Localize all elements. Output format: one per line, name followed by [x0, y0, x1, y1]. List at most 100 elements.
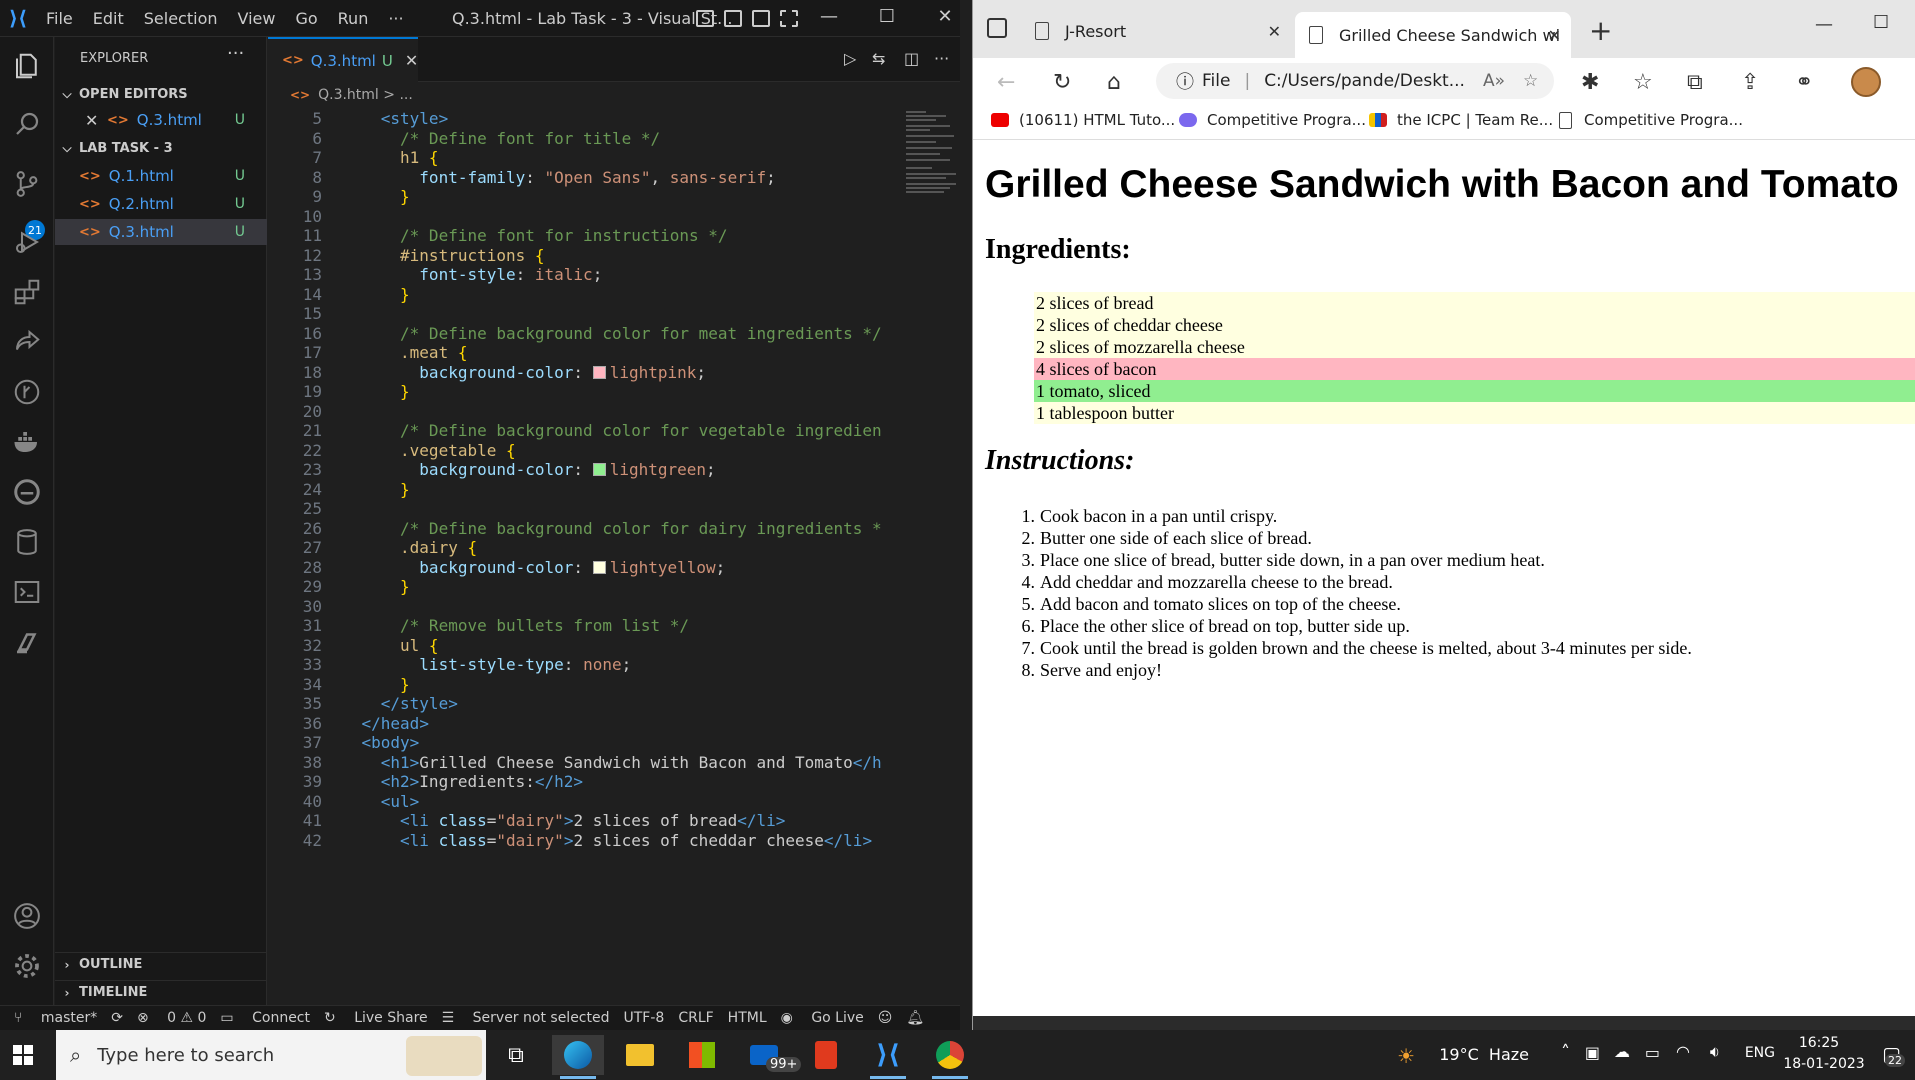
- menu-selection[interactable]: Selection: [134, 9, 228, 28]
- open-editors-section[interactable]: ⌵ OPEN EDITORS: [55, 82, 267, 106]
- home-icon[interactable]: ⌂: [1107, 70, 1121, 95]
- notifications-bell-icon[interactable]: 🔔︎: [906, 1010, 924, 1026]
- menu-go[interactable]: Go: [285, 9, 327, 28]
- collections-icon[interactable]: ⧉: [1687, 70, 1703, 95]
- go-live-button[interactable]: ◉ Go Live: [781, 1010, 864, 1026]
- weather-text[interactable]: 19°C Haze: [1439, 1045, 1529, 1064]
- search-icon[interactable]: [8, 105, 46, 143]
- more-actions-icon[interactable]: ···: [227, 43, 244, 64]
- terminal-icon[interactable]: [8, 573, 46, 611]
- code-editor[interactable]: 5 <style> 6 /* Define font for title */ 7 h1 …: [268, 107, 898, 1005]
- bookmark-item[interactable]: Competitive Progra...: [1179, 111, 1366, 129]
- vscode-app-icon[interactable]: ⟩⟨: [862, 1035, 914, 1079]
- menu-file[interactable]: File: [36, 9, 83, 28]
- browser-tab[interactable]: J-Resort ✕: [1021, 11, 1291, 51]
- edge-devtools-icon[interactable]: [8, 473, 46, 511]
- connect-button[interactable]: ▭ Connect: [220, 1010, 310, 1026]
- browser-tab-active[interactable]: Grilled Cheese Sandwich with Ba ✕: [1295, 12, 1571, 58]
- account-icon[interactable]: [8, 897, 46, 935]
- compare-changes-icon[interactable]: ⇆: [872, 49, 885, 68]
- close-tab-icon[interactable]: ✕: [1548, 26, 1561, 45]
- extensions-icon[interactable]: [8, 273, 46, 311]
- timeline-section[interactable]: › TIMELINE: [55, 980, 267, 1004]
- office-icon[interactable]: [800, 1035, 852, 1075]
- docker-icon[interactable]: [8, 423, 46, 461]
- profile-sync-icon[interactable]: ⚭: [1795, 70, 1813, 95]
- wifi-icon[interactable]: ◠: [1676, 1042, 1690, 1061]
- language-indicator[interactable]: HTML: [728, 1010, 767, 1026]
- toggle-sidebar-icon[interactable]: [696, 10, 714, 27]
- git-graph-icon[interactable]: [8, 373, 46, 411]
- taskbar-search-box[interactable]: ⌕ Type here to search: [56, 1030, 486, 1080]
- onedrive-icon[interactable]: ☁: [1614, 1042, 1630, 1061]
- settings-gear-icon[interactable]: [8, 947, 46, 985]
- language-indicator[interactable]: ENG: [1745, 1045, 1775, 1061]
- menu-edit[interactable]: Edit: [83, 9, 134, 28]
- share-icon[interactable]: ⇪: [1741, 70, 1759, 95]
- meet-now-icon[interactable]: ▣: [1585, 1043, 1600, 1062]
- close-tab-icon[interactable]: ✕: [405, 51, 418, 70]
- server-status[interactable]: ☰ Server not selected: [442, 1010, 610, 1026]
- branch-indicator[interactable]: ⑂ master*: [14, 1010, 97, 1026]
- avatar[interactable]: [1851, 67, 1881, 97]
- battery-icon[interactable]: ▭: [1645, 1043, 1660, 1062]
- bookmark-item[interactable]: (10611) HTML Tuto...: [991, 111, 1175, 129]
- clock-date[interactable]: 18-01-2023: [1779, 1056, 1869, 1072]
- toggle-secondary-sidebar-icon[interactable]: [752, 10, 770, 27]
- color-swatch[interactable]: [592, 560, 606, 574]
- info-icon[interactable]: ⓘ: [1176, 68, 1194, 94]
- bookmark-item[interactable]: Competitive Progra...: [1559, 111, 1743, 129]
- editor-tab[interactable]: <> Q.3.html U ✕: [268, 37, 418, 82]
- live-share-icon[interactable]: [8, 323, 46, 361]
- menu-more[interactable]: ···: [378, 9, 413, 28]
- outline-section[interactable]: › OUTLINE: [55, 952, 267, 976]
- mail-icon[interactable]: 99+: [738, 1035, 802, 1075]
- task-view-icon[interactable]: ⧉: [490, 1035, 542, 1075]
- split-editor-icon[interactable]: ◫: [904, 49, 919, 68]
- minimize-icon[interactable]: —: [814, 6, 844, 27]
- file-explorer-icon[interactable]: [614, 1035, 666, 1075]
- run-debug-icon[interactable]: [8, 223, 46, 261]
- sync-icon[interactable]: ⟳: [111, 1010, 123, 1026]
- eol-indicator[interactable]: CRLF: [678, 1010, 713, 1026]
- maximize-icon[interactable]: ☐: [872, 6, 902, 27]
- extensions-icon[interactable]: ✱: [1581, 70, 1599, 95]
- favorites-icon[interactable]: ☆: [1633, 70, 1653, 95]
- feedback-icon[interactable]: ☺: [878, 1010, 893, 1026]
- close-tab-icon[interactable]: ✕: [1268, 22, 1281, 41]
- encoding-indicator[interactable]: UTF-8: [624, 1010, 665, 1026]
- minimize-icon[interactable]: —: [1815, 14, 1833, 35]
- explorer-icon[interactable]: [8, 47, 46, 85]
- problems-indicator[interactable]: ⊗ 0 ⚠ 0: [137, 1010, 206, 1026]
- close-editor-icon[interactable]: ✕: [85, 111, 98, 130]
- file-item[interactable]: <> Q.2.html U: [55, 191, 267, 217]
- windows-start-icon[interactable]: [13, 1045, 33, 1065]
- color-swatch[interactable]: [592, 365, 606, 379]
- minimap[interactable]: [900, 107, 960, 227]
- more-actions-icon[interactable]: ···: [934, 49, 949, 68]
- clock-time[interactable]: 16:25: [1779, 1035, 1859, 1051]
- new-tab-icon[interactable]: +: [1589, 14, 1612, 47]
- read-aloud-icon[interactable]: A»: [1483, 71, 1505, 91]
- run-icon[interactable]: ▷: [844, 49, 856, 68]
- microsoft-store-icon[interactable]: [676, 1035, 728, 1075]
- breadcrumb[interactable]: <> Q.3.html > ...: [268, 83, 960, 107]
- file-item-selected[interactable]: <> Q.3.html U: [55, 219, 267, 245]
- folder-section[interactable]: ⌵ LAB TASK - 3: [55, 136, 267, 160]
- maximize-icon[interactable]: ☐: [1873, 12, 1889, 33]
- menu-view[interactable]: View: [228, 9, 286, 28]
- customize-layout-icon[interactable]: [780, 10, 798, 27]
- edge-app-icon[interactable]: [552, 1035, 604, 1079]
- bookmark-item[interactable]: the ICPC | Team Re...: [1369, 111, 1553, 129]
- back-icon[interactable]: ←: [997, 70, 1015, 95]
- toggle-panel-icon[interactable]: [724, 10, 742, 27]
- live-share-button[interactable]: ↻ Live Share: [324, 1010, 428, 1026]
- refresh-icon[interactable]: ↻: [1053, 70, 1071, 95]
- source-control-icon[interactable]: [8, 165, 46, 203]
- chrome-app-icon[interactable]: [924, 1035, 976, 1079]
- address-bar[interactable]: ⓘ File | C:/Users/pande/Deskt... A» ☆: [1156, 63, 1554, 99]
- tab-actions-icon[interactable]: [987, 18, 1007, 38]
- file-item[interactable]: <> Q.1.html U: [55, 163, 267, 189]
- database-icon[interactable]: [8, 523, 46, 561]
- show-hidden-icons-icon[interactable]: ˄: [1561, 1042, 1570, 1063]
